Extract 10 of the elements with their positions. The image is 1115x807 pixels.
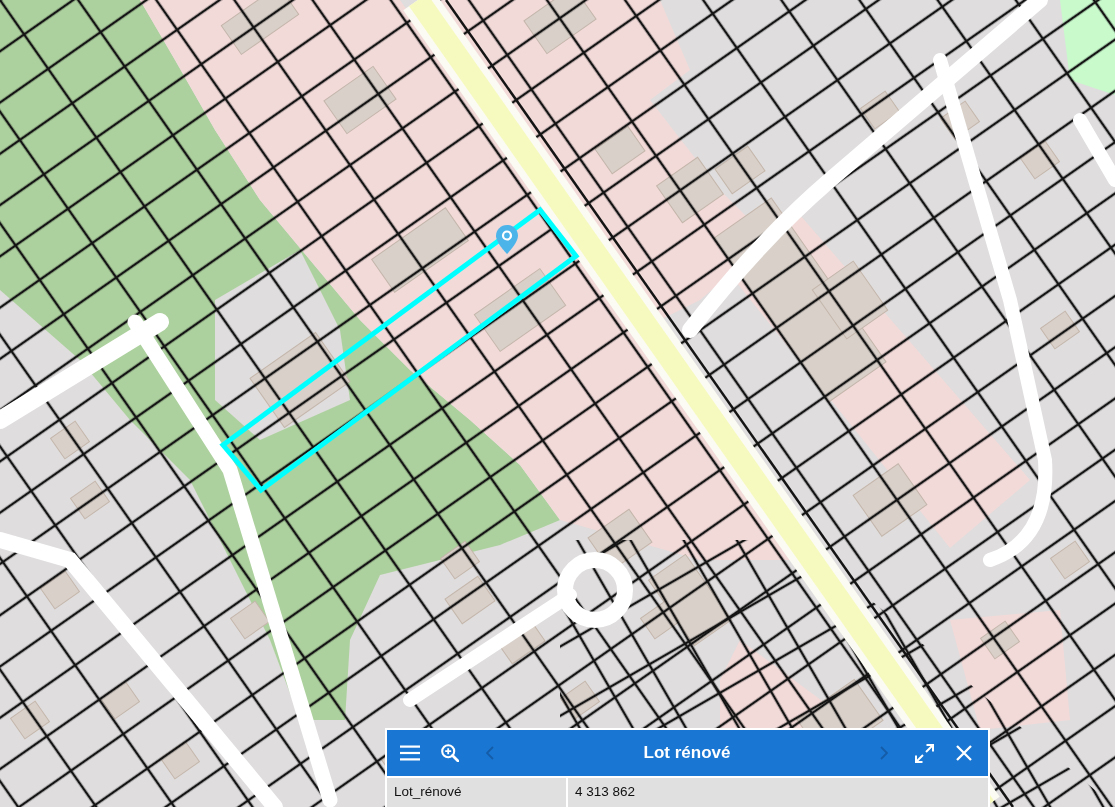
expand-icon bbox=[914, 743, 934, 763]
attribute-label: Lot_rénové bbox=[387, 778, 566, 807]
chevron-left-icon bbox=[486, 746, 494, 760]
popup-title: Lot rénové bbox=[643, 743, 731, 763]
menu-icon bbox=[400, 745, 420, 761]
location-pin-icon bbox=[496, 225, 518, 254]
attribute-value: 4 313 862 bbox=[568, 778, 988, 807]
chevron-right-icon bbox=[880, 746, 888, 760]
close-icon bbox=[956, 745, 972, 761]
zoom-in-icon bbox=[441, 744, 459, 762]
